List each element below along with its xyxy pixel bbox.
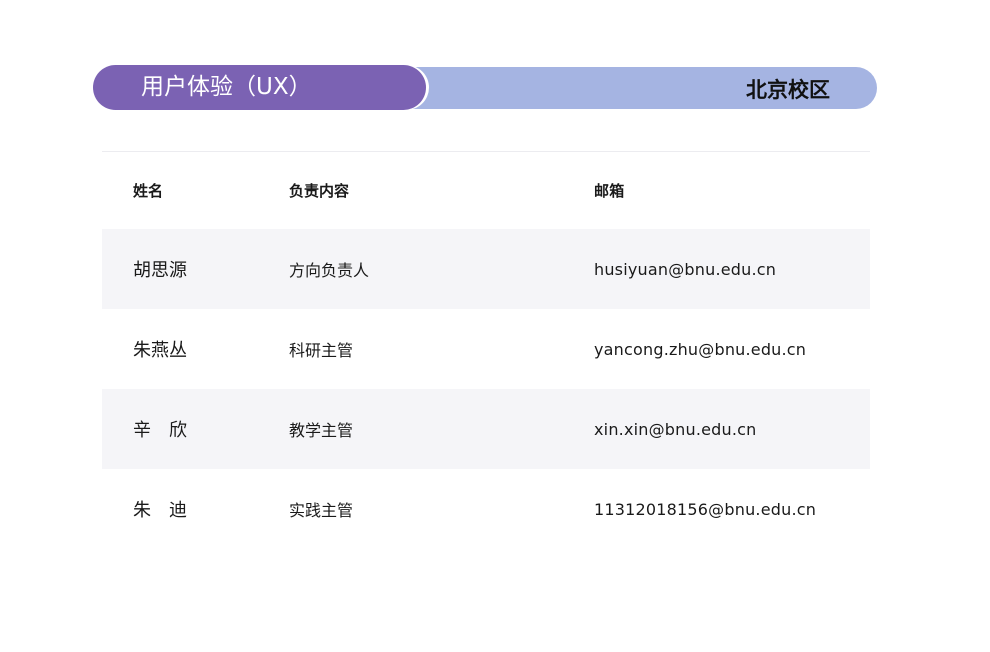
campus-banner: 北京校区 — [393, 67, 877, 109]
person-email[interactable]: 11312018156@bnu.edu.cn — [594, 469, 816, 549]
person-email[interactable]: xin.xin@bnu.edu.cn — [594, 389, 756, 469]
person-role: 实践主管 — [289, 501, 354, 520]
table-header-row: 姓名 负责内容 邮箱 — [102, 152, 870, 229]
person-role: 教学主管 — [289, 421, 354, 440]
table-row: 辛 欣 教学主管 xin.xin@bnu.edu.cn — [102, 389, 870, 469]
column-header-name: 姓名 — [133, 182, 164, 200]
contact-table: 姓名 负责内容 邮箱 胡思源 方向负责人 husiyuan@bnu.edu.cn… — [102, 152, 870, 549]
person-email[interactable]: yancong.zhu@bnu.edu.cn — [594, 309, 806, 389]
table-row: 朱 迪 实践主管 11312018156@bnu.edu.cn — [102, 469, 870, 549]
campus-label: 北京校区 — [746, 78, 830, 102]
table-row: 胡思源 方向负责人 husiyuan@bnu.edu.cn — [102, 229, 870, 309]
column-header-role: 负责内容 — [289, 182, 350, 200]
person-role: 方向负责人 — [289, 261, 370, 280]
person-name: 朱燕丛 — [133, 340, 187, 361]
column-header-email: 邮箱 — [594, 182, 625, 200]
person-name: 朱 迪 — [133, 500, 187, 521]
section-header: 北京校区 用户体验（UX） — [93, 65, 877, 110]
section-title: 用户体验（UX） — [141, 74, 312, 100]
person-name: 胡思源 — [133, 260, 187, 281]
table-row: 朱燕丛 科研主管 yancong.zhu@bnu.edu.cn — [102, 309, 870, 389]
person-email[interactable]: husiyuan@bnu.edu.cn — [594, 229, 776, 309]
person-role: 科研主管 — [289, 341, 354, 360]
title-banner: 用户体验（UX） — [93, 65, 426, 110]
person-name: 辛 欣 — [133, 420, 187, 441]
